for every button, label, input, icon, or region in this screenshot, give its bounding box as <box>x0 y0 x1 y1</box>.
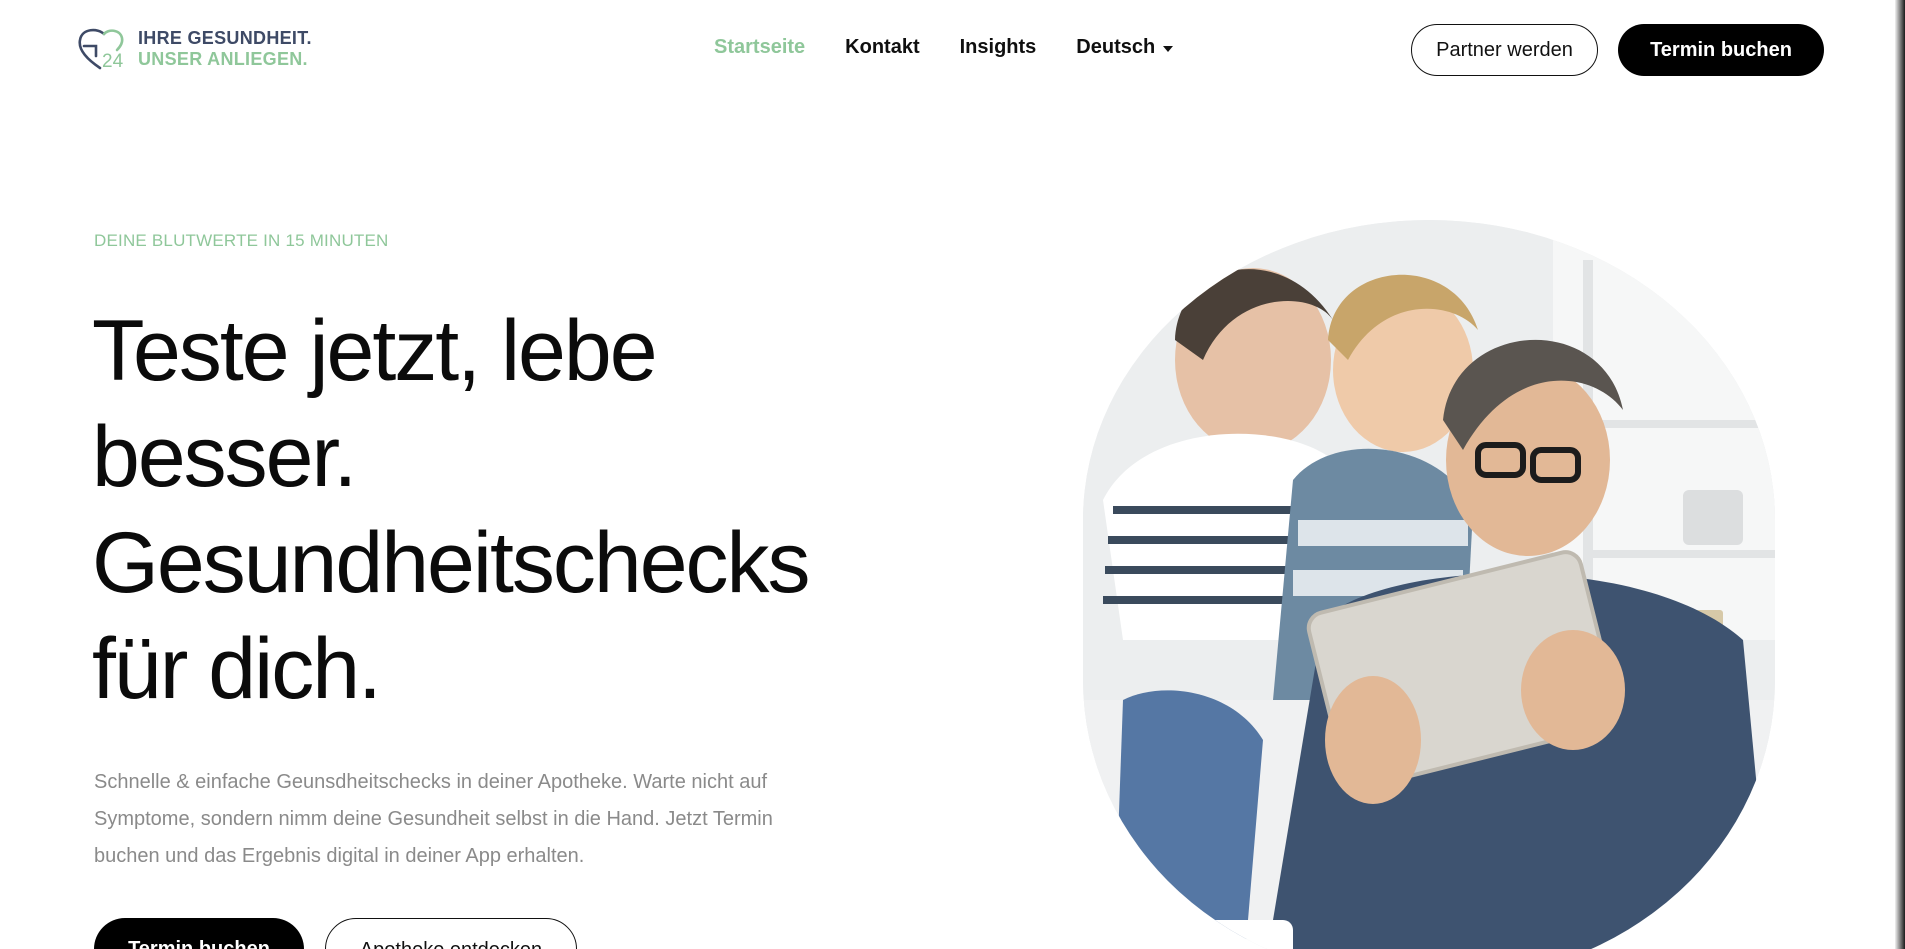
hero-headline: Teste jetzt, lebe besser. Gesundheitsche… <box>92 303 811 717</box>
logo-mark-text: 24 <box>102 51 124 72</box>
family-tablet-illustration <box>1083 220 1775 949</box>
logo-text: IHRE GESUNDHEIT. UNSER ANLIEGEN. <box>138 28 312 70</box>
page: 24 IHRE GESUNDHEIT. UNSER ANLIEGEN. Star… <box>0 0 1905 949</box>
chevron-down-icon <box>1163 45 1174 52</box>
nav-item-insights[interactable]: Insights <box>960 36 1037 59</box>
language-selector[interactable]: Deutsch <box>1076 36 1174 59</box>
nav-item-kontakt[interactable]: Kontakt <box>845 36 919 59</box>
book-appointment-button[interactable]: Termin buchen <box>1618 24 1824 76</box>
heart-g-logo-icon: 24 <box>76 26 130 72</box>
logo[interactable]: 24 IHRE GESUNDHEIT. UNSER ANLIEGEN. <box>76 26 312 72</box>
hero-family-photo <box>1083 220 1775 949</box>
logo-tagline-1: IHRE GESUNDHEIT. <box>138 28 312 48</box>
window-edge <box>1895 0 1905 949</box>
hero-book-button[interactable]: Termin buchen <box>94 918 304 949</box>
main-nav: Startseite Kontakt Insights Deutsch <box>714 36 1213 59</box>
hero-eyebrow: DEINE BLUTWERTE IN 15 MINUTEN <box>94 231 389 250</box>
logo-tagline-2: UNSER ANLIEGEN. <box>138 49 308 69</box>
hero-lead: Schnelle & einfache Geunsdheitschecks in… <box>94 771 773 867</box>
nav-item-startseite[interactable]: Startseite <box>714 36 805 59</box>
partner-button[interactable]: Partner werden <box>1411 24 1598 76</box>
language-label: Deutsch <box>1076 36 1156 58</box>
site-header: 24 IHRE GESUNDHEIT. UNSER ANLIEGEN. Star… <box>0 0 1895 100</box>
hero-pharmacy-button[interactable]: Apotheke entdecken <box>325 918 577 949</box>
